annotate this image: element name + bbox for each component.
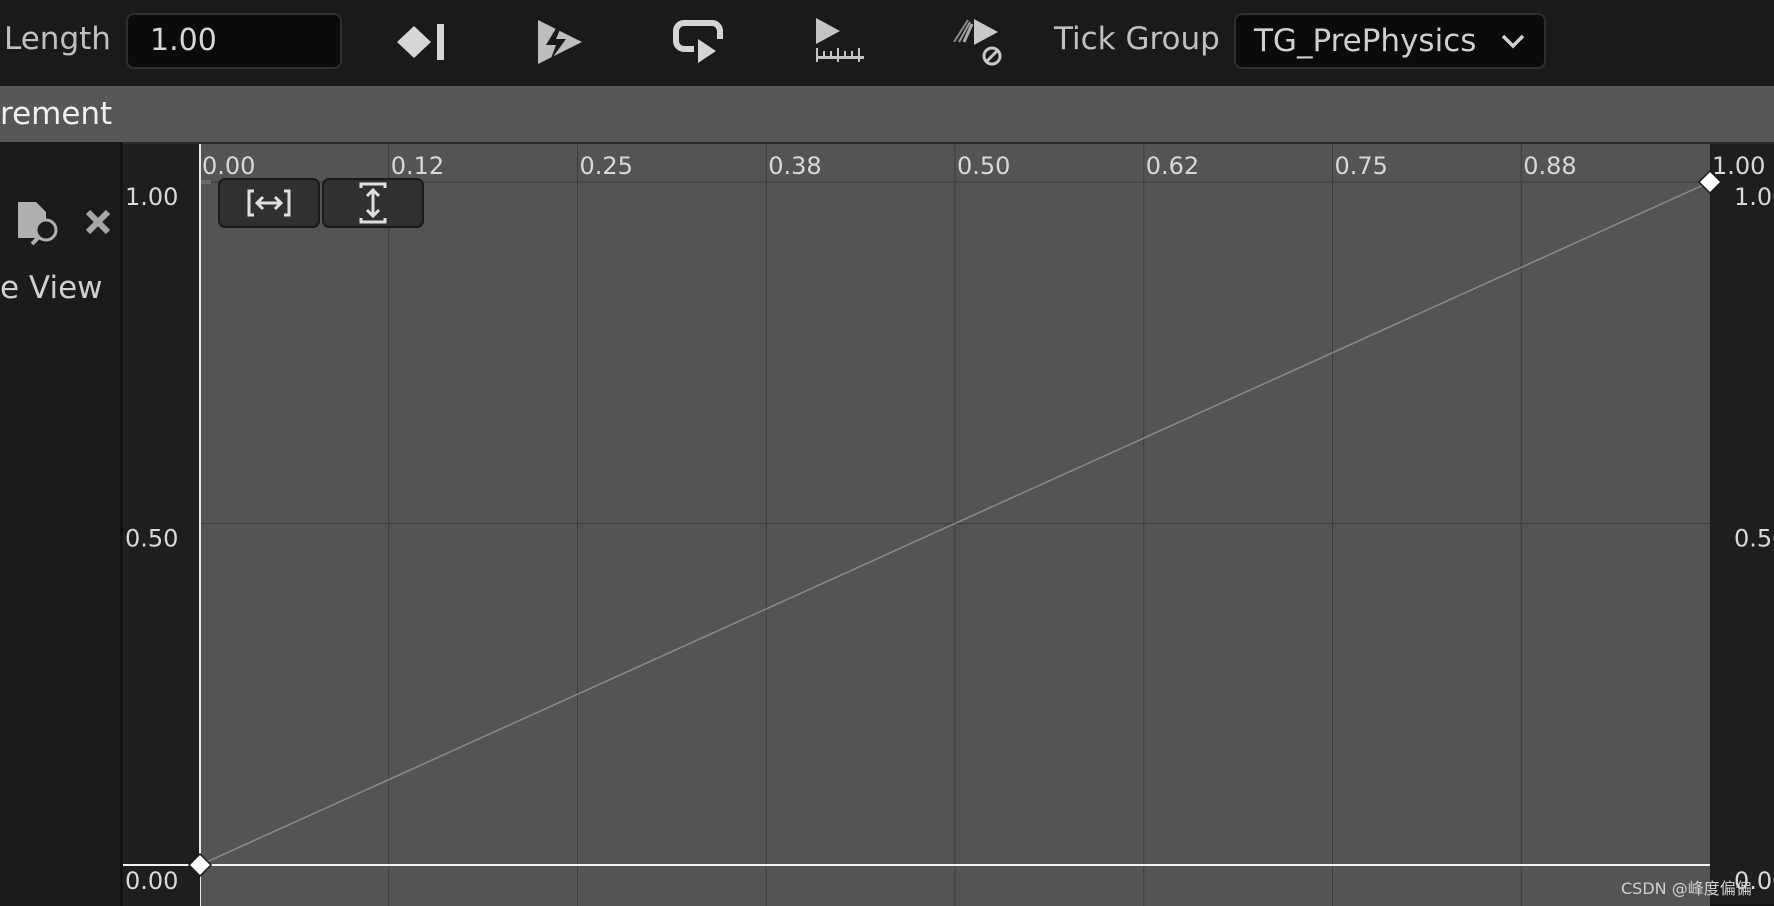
y-tick-label-left: 0.00	[125, 867, 178, 895]
autoplay-button[interactable]	[528, 14, 592, 70]
tick-group-value: TG_PrePhysics	[1254, 23, 1477, 59]
time-dilation-off-icon	[953, 19, 1002, 66]
use-last-keyframe-button[interactable]	[388, 14, 452, 70]
watermark: CSDN @峰度偏偏	[1621, 879, 1752, 898]
timeline-toolbar: Length 1.00 Tick Group TG_PrePhysics	[0, 0, 1774, 86]
x-tick-label: 0.00	[202, 152, 255, 180]
chevron-down-icon	[1501, 34, 1525, 49]
track-header: rement	[0, 86, 1774, 142]
x-tick-label: 0.38	[768, 152, 821, 180]
x-tick-label: 0.12	[391, 152, 444, 180]
x-tick-label: 0.25	[580, 152, 633, 180]
autoplay-icon	[538, 20, 582, 64]
y-tick-label-right: 1.00	[1734, 183, 1774, 211]
timeline-ruler-icon	[816, 18, 864, 62]
x-tick-label: 0.62	[1146, 152, 1199, 180]
external-curve-view-label: e View	[0, 270, 103, 306]
close-icon[interactable]	[84, 208, 112, 236]
y-tick-label-right: 0.50	[1734, 525, 1774, 553]
fit-vertical-button[interactable]	[322, 178, 424, 228]
curve-graph[interactable]: 0.00 0.12 0.25 0.38 0.50 0.62 0.75 0.88 1.00 1.00…	[123, 144, 1774, 906]
browse-asset-icon[interactable]	[16, 200, 60, 246]
fit-horizontal-button[interactable]	[218, 178, 320, 228]
y-tick-label-left: 1.00	[125, 183, 178, 211]
fit-horizontal-icon	[247, 189, 291, 217]
length-label: Length	[4, 21, 111, 57]
fit-vertical-icon	[359, 182, 387, 224]
range-marker	[201, 180, 211, 184]
diamond-end-icon	[397, 24, 444, 60]
curve-editor[interactable]: 0.00 0.12 0.25 0.38 0.50 0.62 0.75 0.88 1.00 1.00…	[123, 142, 1774, 906]
loop-button[interactable]	[668, 14, 732, 70]
length-input[interactable]: 1.00	[126, 13, 342, 69]
replicated-button[interactable]	[808, 14, 872, 70]
tick-group-select[interactable]: TG_PrePhysics	[1234, 13, 1546, 69]
ignore-time-dilation-button[interactable]	[948, 14, 1012, 70]
track-properties-panel: e View	[0, 142, 120, 906]
x-tick-label: 1.00	[1712, 152, 1765, 180]
tick-group-label: Tick Group	[1054, 21, 1220, 57]
loop-icon	[673, 20, 723, 63]
track-name: rement	[0, 96, 113, 132]
x-tick-label: 0.88	[1523, 152, 1576, 180]
y-tick-label-left: 0.50	[125, 525, 178, 553]
x-tick-label: 0.75	[1335, 152, 1388, 180]
x-tick-label: 0.50	[957, 152, 1010, 180]
